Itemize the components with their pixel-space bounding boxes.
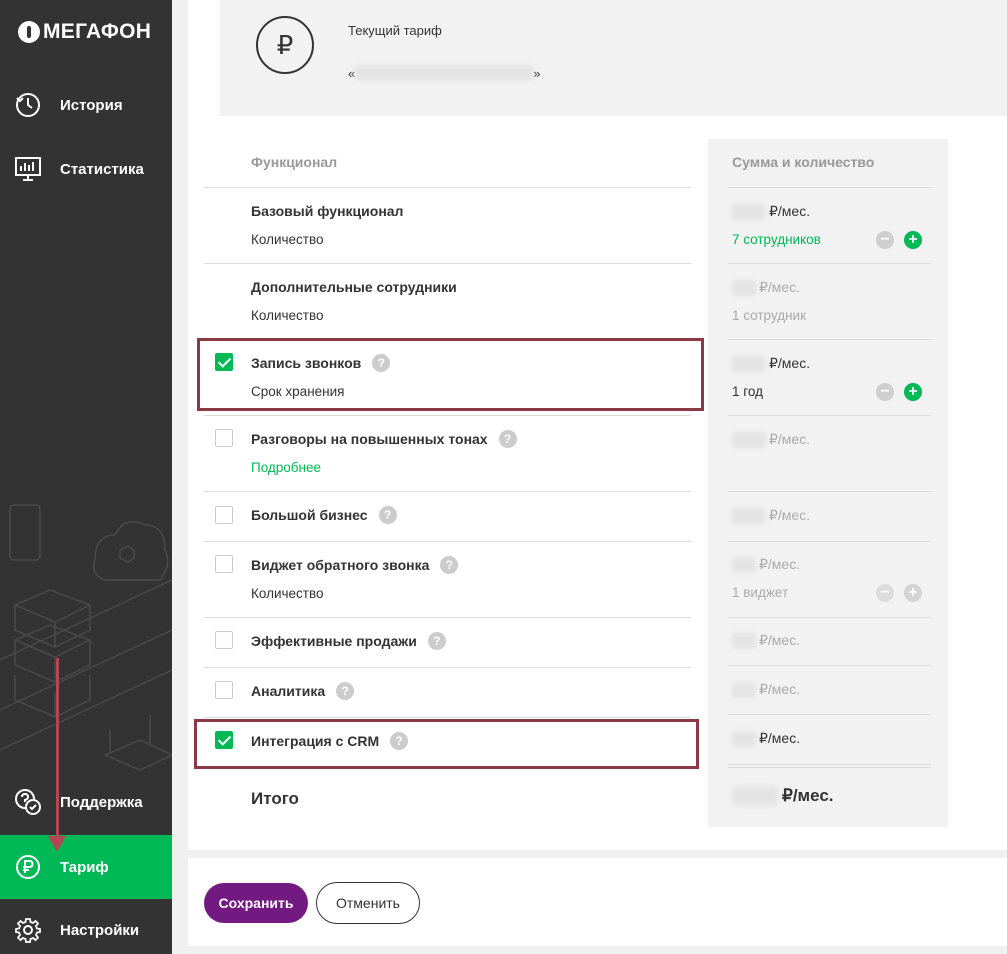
- highlight-crm-integration: [194, 719, 699, 769]
- feature-name: Дополнительные сотрудники: [251, 279, 457, 295]
- support-chat-icon: [14, 788, 42, 816]
- sidebar-item-history[interactable]: История: [0, 73, 172, 137]
- server-cloud-illustration: [0, 504, 172, 771]
- analytics-checkbox[interactable]: [215, 681, 233, 699]
- help-icon[interactable]: ?: [378, 506, 397, 524]
- feature-sub: Количество: [251, 586, 324, 601]
- feature-price: ₽/мес.: [732, 556, 800, 573]
- help-icon[interactable]: ?: [336, 682, 355, 700]
- save-button[interactable]: Сохранить: [204, 883, 308, 923]
- sidebar-item-tariff[interactable]: Тариф: [0, 835, 172, 899]
- megafon-logo[interactable]: МегаФон: [18, 20, 151, 44]
- feature-price: ₽/мес.: [732, 632, 800, 649]
- sidebar-item-label: Статистика: [60, 160, 144, 178]
- decrement-button[interactable]: −: [876, 383, 894, 401]
- sidebar-item-support[interactable]: Поддержка: [0, 770, 172, 834]
- raised-tone-checkbox[interactable]: [215, 429, 233, 447]
- gear-icon: [14, 916, 42, 944]
- feature-qty: 1 год: [732, 384, 763, 399]
- feature-qty: 1 виджет: [732, 585, 789, 600]
- feature-name: Эффективные продажи?: [251, 632, 446, 650]
- feature-name: Базовый функционал: [251, 203, 404, 219]
- current-tariff-panel: ₽ Текущий тариф «»: [220, 0, 1007, 116]
- actions-bar: Сохранить Отменить: [188, 858, 1007, 946]
- increment-button[interactable]: +: [904, 383, 922, 401]
- feature-sub: Количество: [251, 308, 324, 323]
- sidebar-item-settings[interactable]: Настройки: [0, 898, 172, 954]
- feature-name: Разговоры на повышенных тонах?: [251, 430, 517, 448]
- current-tariff-name: «»: [348, 65, 541, 81]
- feature-name: Виджет обратного звонка?: [251, 556, 459, 574]
- feature-name: Большой бизнес?: [251, 506, 397, 524]
- sidebar-item-label: Поддержка: [60, 793, 143, 811]
- callback-widget-checkbox[interactable]: [215, 555, 233, 573]
- feature-price: ₽/мес.: [732, 730, 800, 747]
- feature-qty: 1 сотрудник: [732, 308, 806, 323]
- decrement-button[interactable]: −: [876, 584, 894, 602]
- highlight-call-recording: [197, 338, 704, 411]
- more-details-link[interactable]: Подробнее: [251, 460, 321, 475]
- feature-price: ₽/мес.: [732, 279, 800, 296]
- feature-price: ₽/мес.: [732, 431, 810, 448]
- help-icon[interactable]: ?: [440, 556, 459, 574]
- main-content: ₽ Текущий тариф «» Сохранить Отменить: [172, 0, 1007, 954]
- total-label: Итого: [251, 789, 299, 808]
- increment-button[interactable]: +: [904, 584, 922, 602]
- megafon-logo-icon: [18, 21, 40, 43]
- decrement-button[interactable]: −: [876, 231, 894, 249]
- effective-sales-checkbox[interactable]: [215, 631, 233, 649]
- current-tariff-label: Текущий тариф: [348, 23, 442, 38]
- feature-sub: Количество: [251, 232, 324, 247]
- feature-qty: 7 сотрудников: [732, 232, 821, 247]
- annotation-arrow: [56, 658, 59, 838]
- column-header-sum: Сумма и количество: [732, 154, 875, 170]
- sidebar-item-label: История: [60, 96, 123, 114]
- big-business-checkbox[interactable]: [215, 506, 233, 524]
- feature-name: Аналитика?: [251, 682, 355, 700]
- monitor-chart-icon: [14, 155, 42, 183]
- annotation-arrow-head: [48, 836, 66, 852]
- clock-icon: [14, 91, 42, 119]
- sidebar: МегаФон История Статистика: [0, 0, 172, 954]
- increment-button[interactable]: +: [904, 231, 922, 249]
- help-icon[interactable]: ?: [427, 632, 446, 650]
- column-header-feature: Функционал: [251, 154, 338, 170]
- ruble-icon: [14, 853, 42, 881]
- sidebar-item-statistics[interactable]: Статистика: [0, 137, 172, 201]
- logo-text: МегаФон: [43, 20, 152, 43]
- feature-price: ₽/мес.: [732, 681, 800, 698]
- sidebar-item-label: Настройки: [60, 921, 140, 939]
- ruble-circle-icon: ₽: [256, 16, 314, 74]
- help-icon[interactable]: ?: [498, 430, 517, 448]
- sidebar-item-label: Тариф: [60, 858, 109, 876]
- total-price: ₽/мес.: [732, 786, 834, 806]
- feature-price: ₽/мес.: [732, 507, 810, 524]
- feature-price: ₽/мес.: [732, 355, 810, 372]
- cancel-button[interactable]: Отменить: [316, 882, 420, 924]
- feature-price: ₽/мес.: [732, 203, 810, 220]
